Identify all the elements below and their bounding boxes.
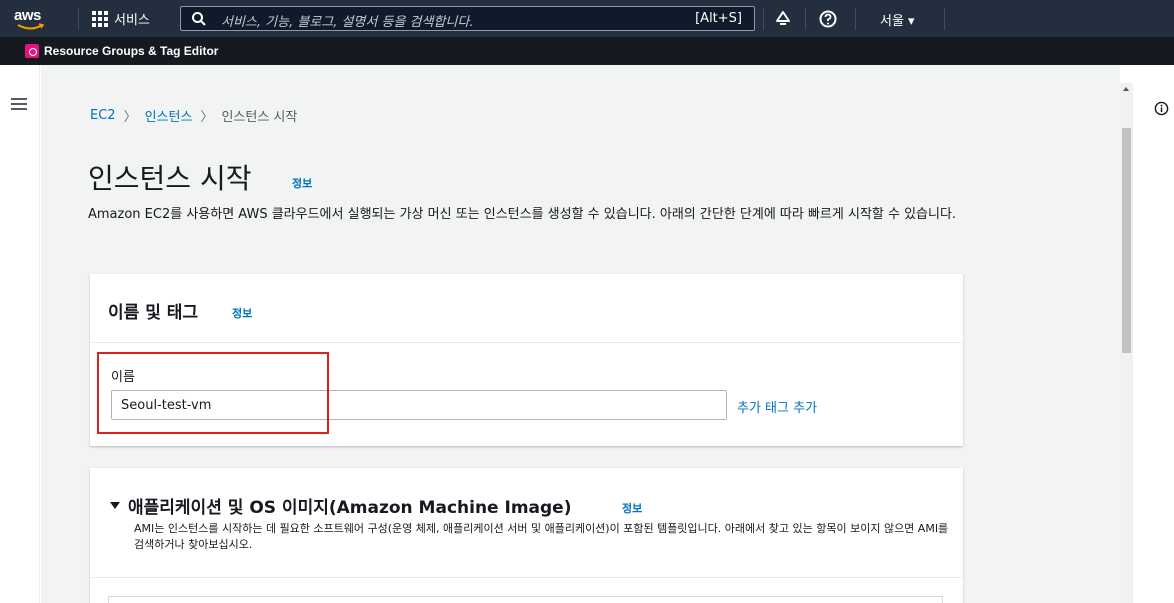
ami-expand-toggle[interactable]: 애플리케이션 및 OS 이미지(Amazon Machine Image) [110,493,571,518]
name-field-label: 이름 [111,370,135,385]
left-rail [0,65,40,603]
page-description: Amazon EC2를 사용하면 AWS 클라우드에서 실행되는 가상 머신 또… [88,207,957,222]
ami-title: 애플리케이션 및 OS 이미지(Amazon Machine Image) [128,498,572,518]
aws-logo[interactable]: aws [14,5,58,33]
ami-panel: 애플리케이션 및 OS 이미지(Amazon Machine Image) 정보… [90,468,963,603]
scroll-up-icon[interactable] [1123,87,1129,91]
breadcrumb: EC2 〉 인스턴스 〉 인스턴스 시작 [90,106,297,125]
nav-divider [805,8,806,30]
services-label: 서비스 [114,13,150,28]
nav-divider [78,8,79,30]
breadcrumb-ec2[interactable]: EC2 [90,108,116,123]
favorites-bar: Resource Groups & Tag Editor [0,37,1174,65]
name-tags-panel: 이름 및 태그 정보 [90,274,963,446]
aws-logo-text: aws [14,7,41,24]
services-menu-button[interactable]: 서비스 [92,0,150,37]
search-shortcut: [Alt+S] [695,11,742,26]
ami-search-container [108,596,943,603]
nav-divider [763,8,764,30]
nav-divider [855,8,856,30]
scroll-thumb[interactable] [1122,128,1131,353]
name-tags-info-link[interactable]: 정보 [232,305,252,321]
info-icon[interactable] [1154,101,1169,116]
menu-icon[interactable] [11,98,27,112]
resource-groups-icon [25,44,39,58]
search-placeholder: 서비스, 기능, 블로그, 설명서 등을 검색합니다. [221,15,474,30]
caret-down-icon [110,502,120,509]
add-tag-link[interactable]: 추가 태그 추가 [737,397,817,416]
search-input[interactable]: 서비스, 기능, 블로그, 설명서 등을 검색합니다. [Alt+S] [180,6,755,31]
name-input[interactable] [111,390,727,420]
name-tags-title: 이름 및 태그 [108,303,199,323]
page-title: 인스턴스 시작 [88,162,252,195]
search-icon [192,12,206,26]
bell-icon[interactable] [773,9,793,29]
chevron-right-icon: 〉 [123,110,137,125]
aws-smile-icon [17,23,45,30]
right-rail [1134,65,1174,603]
top-navigation: aws 서비스 서비스, 기능, 블로그, 설명서 등을 검색합니다. [Alt… [0,0,1174,37]
ami-info-link[interactable]: 정보 [622,500,642,516]
breadcrumb-instances[interactable]: 인스턴스 [145,106,193,125]
name-tags-header: 이름 및 태그 정보 [90,274,963,343]
ami-description: AMI는 인스턴스를 시작하는 데 필요한 소프트웨어 구성(운영 체제, 애플… [134,522,949,551]
region-selector[interactable]: 서울 ▾ [880,10,915,29]
divider [90,577,963,578]
favorite-resource-groups[interactable]: Resource Groups & Tag Editor [44,44,218,58]
main-content: EC2 〉 인스턴스 〉 인스턴스 시작 인스턴스 시작 정보 Amazon E… [41,65,1120,603]
grid-icon [92,10,108,27]
scrollbar[interactable] [1120,83,1133,603]
breadcrumb-current: 인스턴스 시작 [221,110,298,125]
chevron-right-icon: 〉 [200,110,214,125]
help-icon[interactable] [818,9,838,29]
nav-divider [944,8,945,30]
page-info-link[interactable]: 정보 [292,175,312,191]
